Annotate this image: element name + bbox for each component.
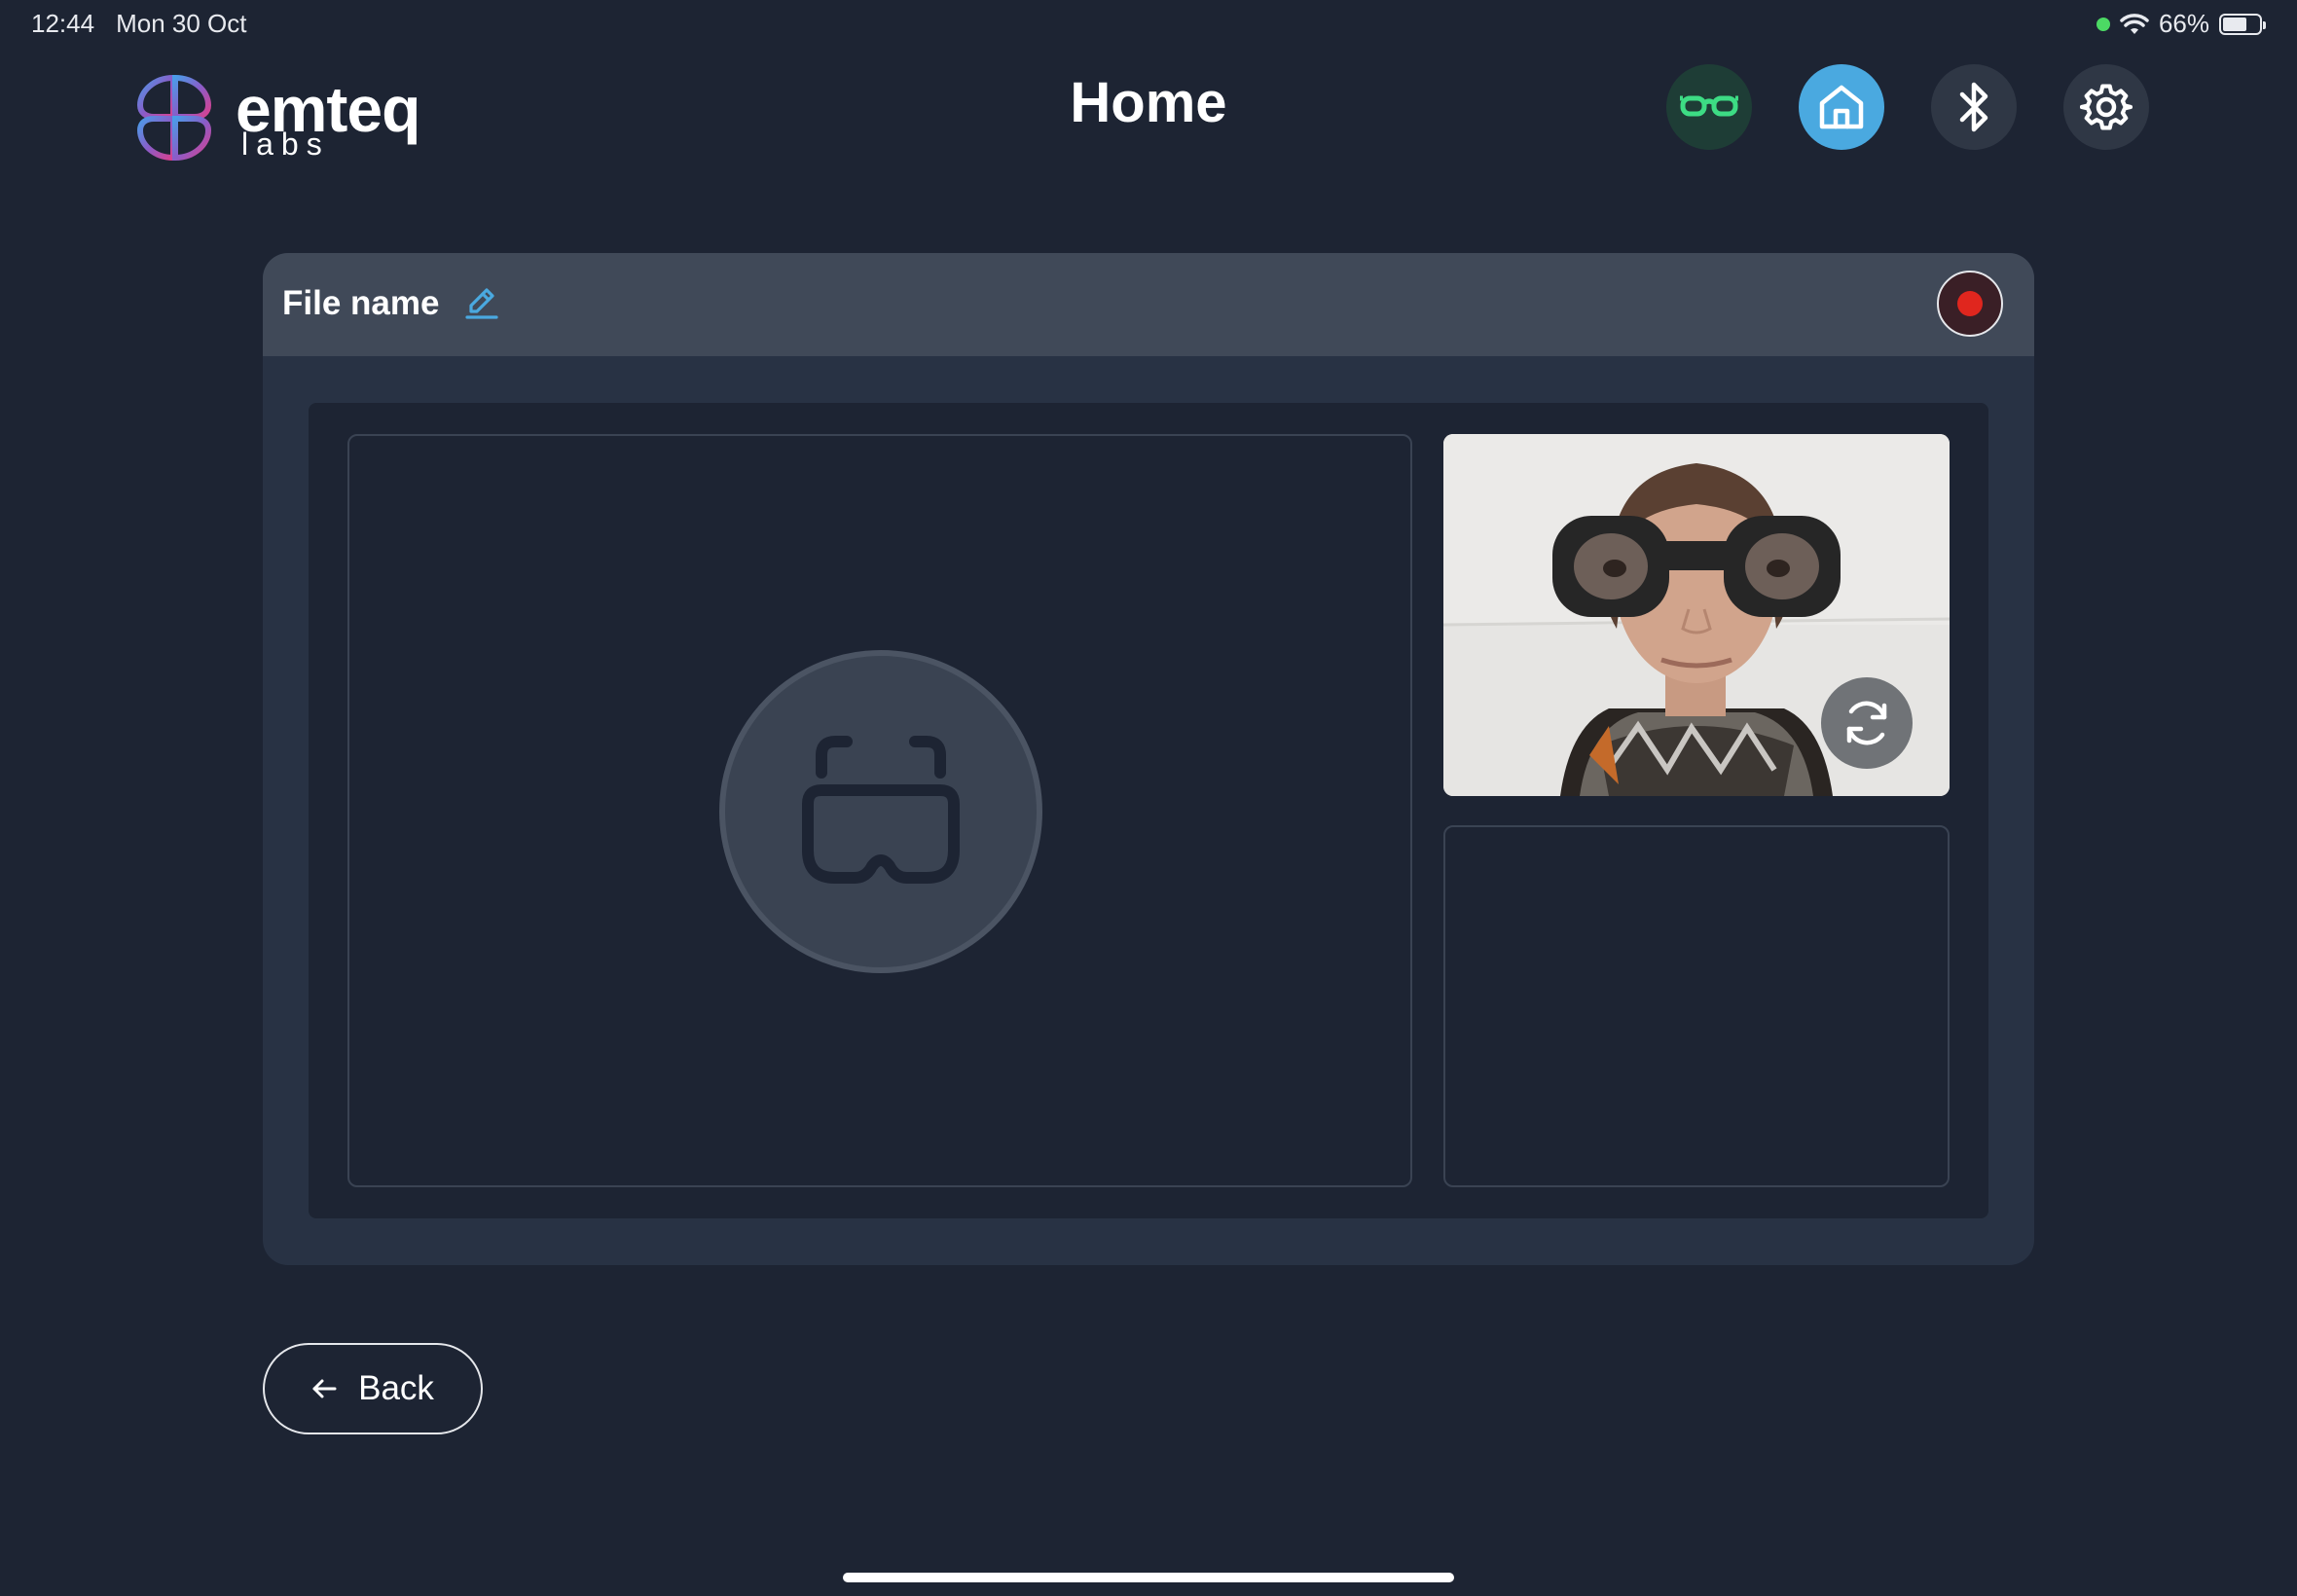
record-icon	[1957, 291, 1983, 316]
home-button[interactable]	[1799, 64, 1884, 150]
status-left: 12:44 Mon 30 Oct	[31, 9, 246, 39]
back-label: Back	[358, 1369, 434, 1407]
home-indicator[interactable]	[843, 1573, 1454, 1582]
battery-fill	[2223, 17, 2246, 31]
recording-card: File name	[263, 253, 2034, 1265]
app-screen: 12:44 Mon 30 Oct 66% emteq labs Home Fil…	[0, 0, 2297, 1596]
battery-icon	[2219, 13, 2266, 35]
status-date: Mon 30 Oct	[116, 9, 247, 38]
glasses-icon	[1680, 95, 1738, 117]
record-button[interactable]	[1937, 271, 2003, 337]
status-bar: 12:44 Mon 30 Oct 66%	[0, 0, 2297, 47]
status-time: 12:44	[31, 9, 95, 38]
battery-cap	[2263, 20, 2266, 29]
settings-button[interactable]	[2063, 64, 2149, 150]
views-panel	[309, 403, 1988, 1218]
vr-headset-icon	[802, 736, 960, 884]
battery-percent: 66%	[2158, 9, 2209, 38]
back-button[interactable]: Back	[263, 1343, 483, 1434]
bluetooth-button[interactable]	[1931, 64, 2017, 150]
headset-view	[347, 434, 1412, 1187]
arrow-left-icon	[312, 1379, 337, 1398]
gear-icon	[2080, 84, 2133, 130]
headset-placeholder	[719, 650, 1042, 973]
pencil-icon[interactable]	[463, 284, 500, 321]
camera-switch-icon	[1846, 701, 1887, 745]
header-icon-bar	[1666, 64, 2149, 150]
file-name-label: File name	[282, 284, 440, 322]
switch-camera-button[interactable]	[1821, 677, 1913, 769]
secondary-view	[1443, 825, 1950, 1187]
mic-indicator-dot	[2096, 17, 2110, 31]
bluetooth-icon	[1959, 82, 1988, 132]
camera-preview	[1443, 434, 1950, 796]
home-icon	[1819, 85, 1864, 129]
card-header: File name	[263, 253, 2034, 356]
status-right: 66%	[2096, 9, 2266, 39]
wifi-icon	[2120, 13, 2149, 34]
glasses-button[interactable]	[1666, 64, 1752, 150]
